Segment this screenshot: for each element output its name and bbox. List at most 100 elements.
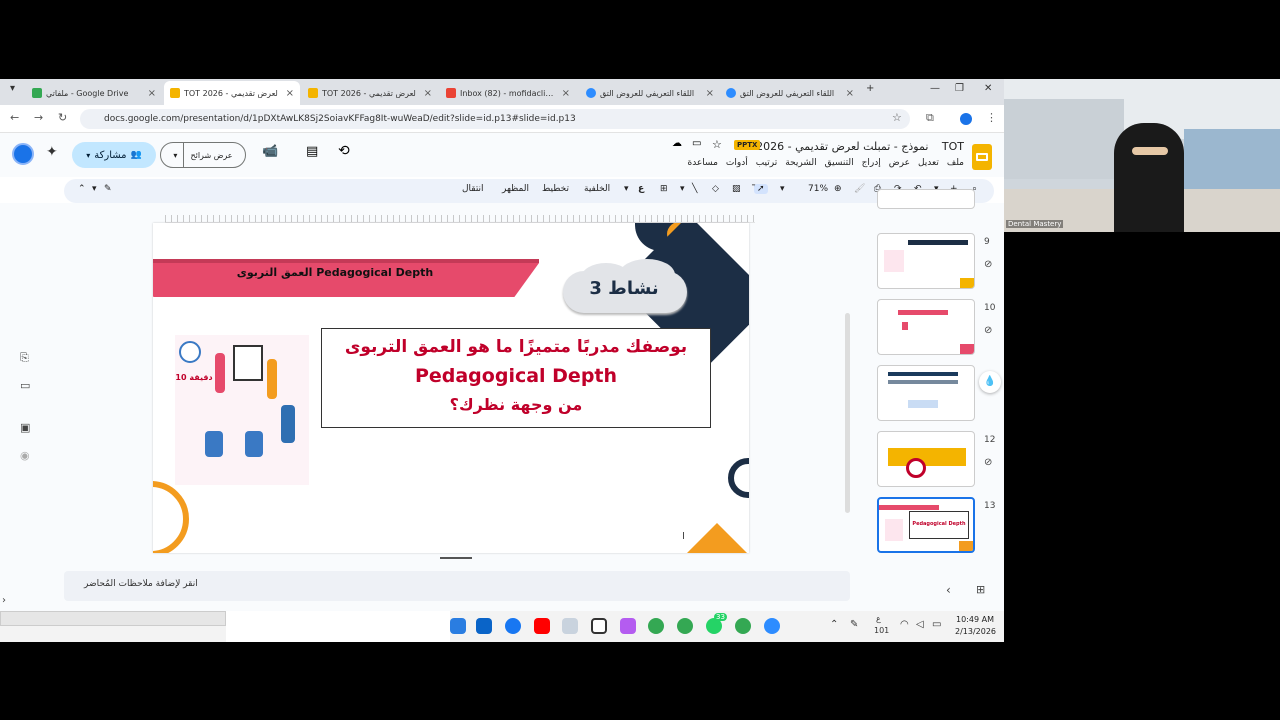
select-icon[interactable]: ➚ bbox=[754, 184, 768, 194]
grid-view-icon[interactable]: ⊞ bbox=[976, 583, 985, 596]
move-icon[interactable]: ▭ bbox=[692, 138, 701, 149]
chevron-down-icon[interactable]: ▾ bbox=[92, 184, 97, 194]
user-avatar[interactable] bbox=[12, 143, 34, 165]
chevron-left-icon[interactable]: ‹ bbox=[946, 583, 951, 597]
tab-zoom-2[interactable]: اللقاء التعريفي للعروض التق × bbox=[720, 81, 860, 105]
close-icon[interactable]: × bbox=[148, 88, 156, 99]
profile-avatar[interactable] bbox=[960, 113, 972, 125]
app-icon[interactable] bbox=[562, 618, 578, 634]
expand-toolbar-icon[interactable]: ⌃ bbox=[78, 184, 86, 194]
star-icon[interactable]: ☆ bbox=[712, 138, 722, 151]
background-button[interactable]: الخلفية bbox=[584, 184, 610, 194]
folder-icon[interactable]: ▭ bbox=[20, 379, 30, 392]
history-icon[interactable]: ⟲ bbox=[338, 143, 350, 159]
layout-button[interactable]: تخطيط bbox=[542, 184, 569, 194]
close-icon[interactable]: × bbox=[424, 88, 432, 99]
copilot-icon[interactable] bbox=[620, 618, 636, 634]
new-tab-icon[interactable]: + bbox=[866, 83, 874, 94]
meet-icon[interactable]: 📹 bbox=[262, 144, 278, 159]
store-icon[interactable] bbox=[476, 618, 492, 634]
chrome-icon[interactable] bbox=[735, 618, 751, 634]
close-icon[interactable]: × bbox=[846, 88, 854, 99]
slide-thumb-8[interactable] bbox=[877, 189, 975, 209]
slide-thumb-10[interactable] bbox=[877, 299, 975, 355]
chevron-down-icon[interactable]: ▾ bbox=[680, 184, 685, 194]
language-indicator[interactable]: ع bbox=[876, 614, 881, 623]
slide-canvas[interactable]: العمق التربوى Pedagogical Depth نشاط 3 ب… bbox=[153, 223, 749, 553]
chrome-icon[interactable] bbox=[648, 618, 664, 634]
clock-time[interactable]: 10:49 AM bbox=[956, 615, 994, 624]
resize-handle[interactable] bbox=[440, 557, 472, 559]
edge-icon[interactable] bbox=[450, 618, 466, 634]
youtube-icon[interactable] bbox=[534, 618, 550, 634]
zoom-app-icon[interactable] bbox=[764, 618, 780, 634]
question-box[interactable]: بوصفك مدربًا متميزًا ما هو العمق التربوى… bbox=[321, 328, 711, 428]
menu-view[interactable]: عرض bbox=[889, 158, 910, 168]
slides-logo-icon[interactable] bbox=[972, 144, 992, 170]
volume-icon[interactable]: ◁ bbox=[916, 619, 924, 630]
chrome-icon[interactable] bbox=[677, 618, 693, 634]
close-icon[interactable]: × bbox=[286, 88, 294, 99]
comment-add-icon[interactable]: ⊞ bbox=[660, 184, 668, 194]
chevron-down-icon[interactable]: ▾ bbox=[780, 184, 785, 194]
window-close-icon[interactable]: ✕ bbox=[984, 83, 992, 94]
back-icon[interactable]: ← bbox=[10, 111, 19, 124]
slide-thumb-9[interactable] bbox=[877, 233, 975, 289]
tab-zoom-1[interactable]: اللقاء التعريفي للعروض التق × bbox=[580, 81, 720, 105]
zoom-icon[interactable]: ⊕ bbox=[834, 184, 842, 194]
menu-file[interactable]: ملف bbox=[947, 158, 964, 168]
slideshow-button[interactable]: ▾ عرض شرائح bbox=[160, 142, 246, 168]
side-panel-toggle-icon[interactable]: › bbox=[2, 595, 6, 606]
bookmark-star-icon[interactable]: ☆ bbox=[892, 111, 902, 124]
scrollbar[interactable] bbox=[845, 313, 850, 513]
input-tools-icon[interactable]: ع bbox=[638, 184, 644, 194]
menu-icon[interactable]: ⋮ bbox=[986, 111, 997, 124]
tab-slides-active[interactable]: TOT 2026 - لعرض تقديمي × bbox=[164, 81, 300, 105]
image-icon[interactable]: ▨ bbox=[732, 184, 741, 194]
menu-insert[interactable]: إدراج bbox=[862, 158, 881, 168]
tab-gmail[interactable]: Inbox (82) - mofidaclinic9 × bbox=[440, 81, 576, 105]
shape-icon[interactable]: ◇ bbox=[712, 184, 719, 194]
menu-slide[interactable]: الشريحة bbox=[785, 158, 816, 168]
gemini-icon[interactable]: ✦ bbox=[46, 144, 58, 160]
extensions-icon[interactable]: ⧉ bbox=[926, 111, 934, 125]
paint-format-icon[interactable]: 🖌 bbox=[854, 184, 865, 194]
battery-icon[interactable]: ▭ bbox=[932, 619, 941, 630]
wifi-icon[interactable]: ◠ bbox=[900, 619, 909, 630]
taskbar-search[interactable] bbox=[0, 611, 226, 626]
tab-drive[interactable]: ملفاتي - Google Drive × bbox=[26, 81, 162, 105]
chevron-up-icon[interactable]: ⌃ bbox=[830, 619, 838, 630]
chevron-down-icon[interactable]: ▾ bbox=[624, 184, 629, 194]
slide-thumb-13[interactable]: Pedagogical Depth bbox=[877, 497, 975, 553]
clock-date[interactable]: 2/13/2026 bbox=[955, 627, 996, 636]
insert-icon[interactable]: ⎘ bbox=[20, 351, 29, 365]
menu-tools[interactable]: أدوات bbox=[726, 158, 748, 168]
menu-format[interactable]: التنسيق bbox=[825, 158, 854, 168]
tab-search-icon[interactable]: ▾ bbox=[10, 83, 15, 94]
speaker-notes[interactable]: انقر لإضافة ملاحظات المُحاضر bbox=[64, 571, 850, 601]
line-icon[interactable]: ╲ bbox=[692, 184, 697, 194]
doc-title[interactable]: نموذج - تمبلت لعرض تقديمي - 2026 bbox=[756, 140, 928, 153]
minimize-icon[interactable]: — bbox=[930, 83, 940, 94]
reload-icon[interactable]: ↻ bbox=[58, 111, 67, 124]
video-icon[interactable]: ▣ bbox=[20, 421, 30, 434]
slide-thumb-11[interactable] bbox=[877, 365, 975, 421]
close-icon[interactable]: × bbox=[706, 88, 714, 99]
facebook-icon[interactable] bbox=[505, 618, 521, 634]
menu-arrange[interactable]: ترتيب bbox=[756, 158, 778, 168]
transition-button[interactable]: انتقال bbox=[462, 184, 484, 194]
share-button[interactable]: ▾ مشاركة 👥 bbox=[72, 142, 156, 168]
record-icon[interactable]: ◉ bbox=[20, 449, 30, 462]
pen-icon[interactable]: ✎ bbox=[104, 184, 112, 194]
tab-slides[interactable]: TOT 2026 - لعرض تقديمي × bbox=[302, 81, 438, 105]
forward-icon[interactable]: → bbox=[34, 111, 43, 124]
restore-icon[interactable]: ❐ bbox=[955, 83, 964, 94]
url-input[interactable]: docs.google.com/presentation/d/1pDXtAwLK… bbox=[80, 109, 910, 129]
menu-edit[interactable]: تعديل bbox=[918, 158, 939, 168]
zoom-level[interactable]: 71% bbox=[808, 184, 828, 194]
clock-app-icon[interactable] bbox=[591, 618, 607, 634]
pen-tray-icon[interactable]: ✎ bbox=[850, 619, 858, 630]
cloud-icon[interactable]: ☁ bbox=[672, 138, 682, 149]
assistant-icon[interactable]: 💧 bbox=[979, 371, 1001, 393]
comments-icon[interactable]: ▤ bbox=[306, 144, 318, 159]
